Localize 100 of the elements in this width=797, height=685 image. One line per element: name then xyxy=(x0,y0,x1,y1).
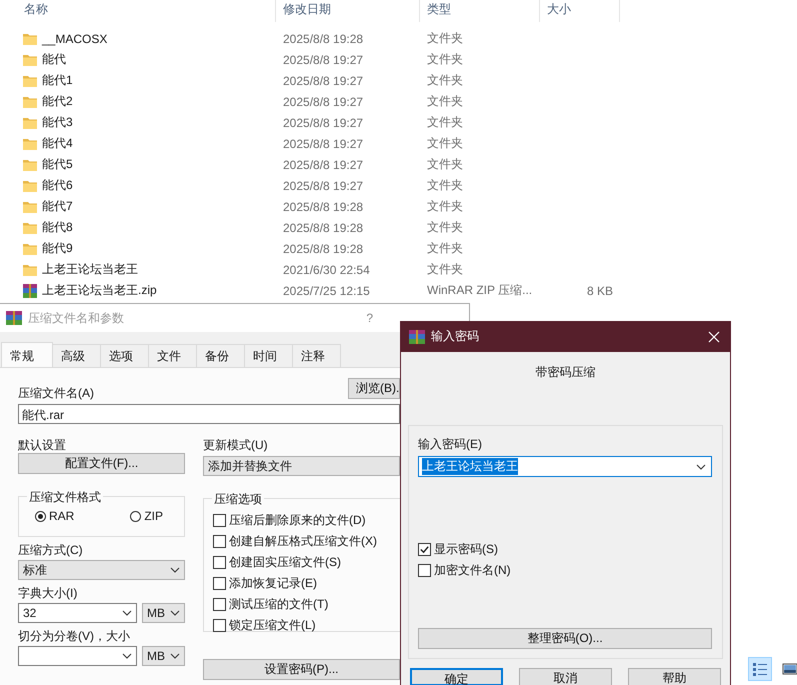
unit-dropdown[interactable]: MB xyxy=(142,603,185,623)
checkbox-option[interactable]: 创建固实压缩文件(S) xyxy=(213,554,341,570)
file-name[interactable]: 能代2 xyxy=(42,93,73,110)
chevron-down-icon xyxy=(122,610,132,616)
modified-date: 2025/8/8 19:27 xyxy=(282,116,364,130)
modified-date: 2021/6/30 22:54 xyxy=(282,262,371,276)
checkbox-label: 压缩后删除原来的文件(D) xyxy=(229,512,366,528)
modified-date: 2025/8/8 19:27 xyxy=(282,52,364,66)
dialog-button[interactable]: 帮助 xyxy=(628,668,721,685)
volume-size-dropdown[interactable] xyxy=(18,646,137,666)
organize-passwords-button[interactable]: 整理密码(O)... xyxy=(418,628,712,649)
file-name[interactable]: 能代8 xyxy=(42,219,73,236)
modified-date: 2025/8/8 19:27 xyxy=(282,94,364,108)
checkbox-option[interactable]: 加密文件名(N) xyxy=(418,562,511,578)
archive-name-field[interactable]: 能代.rar xyxy=(18,404,400,424)
checkbox-label: 锁定压缩文件(L) xyxy=(229,616,316,634)
radio-option[interactable]: ZIP xyxy=(130,509,164,523)
field-label: 更新模式(U) xyxy=(203,437,269,453)
radio-label: RAR xyxy=(49,509,74,523)
checkbox[interactable] xyxy=(213,618,226,632)
method-dropdown[interactable]: 标准 xyxy=(18,560,185,580)
column-header[interactable]: 类型 xyxy=(420,0,540,22)
field-label: 字典大小(I) xyxy=(18,586,78,600)
file-type: 文件夹 xyxy=(426,51,464,68)
file-name[interactable]: 能代3 xyxy=(42,114,73,131)
checkbox-label: 显示密码(S) xyxy=(434,540,498,558)
dialog-heading: 带密码压缩 xyxy=(536,364,596,380)
modified-date: 2025/7/25 12:15 xyxy=(282,284,371,298)
modified-date: 2025/8/8 19:28 xyxy=(282,32,364,46)
file-name[interactable]: 能代1 xyxy=(42,72,73,89)
column-header[interactable]: 大小 xyxy=(540,0,620,22)
password-field[interactable]: 上老王论坛当老王 xyxy=(418,456,712,477)
profiles-button[interactable]: 配置文件(F)... xyxy=(18,453,185,474)
file-name[interactable]: 上老王论坛当老王.zip xyxy=(42,282,157,299)
checkbox[interactable] xyxy=(418,564,431,576)
field-label: 输入密码(E) xyxy=(418,436,483,452)
file-type: 文件夹 xyxy=(426,30,464,47)
chevron-down-icon xyxy=(170,610,180,616)
dialog-title: 输入密码 xyxy=(431,328,480,345)
group-title: 压缩选项 xyxy=(212,491,264,508)
details-view-button[interactable] xyxy=(748,657,772,681)
file-size: 8 KB xyxy=(586,284,614,298)
file-type: 文件夹 xyxy=(426,156,464,173)
checkbox[interactable] xyxy=(213,514,226,526)
file-type: 文件夹 xyxy=(426,135,464,152)
file-type: 文件夹 xyxy=(426,261,464,278)
column-header[interactable]: 名称 xyxy=(0,0,276,22)
dialog-title: 压缩文件名和参数 xyxy=(28,310,125,326)
column-header[interactable]: 修改日期 xyxy=(276,0,420,22)
file-type: 文件夹 xyxy=(426,93,464,110)
tab[interactable]: 注释 xyxy=(292,344,341,367)
help-button[interactable]: ? xyxy=(366,311,373,325)
file-name[interactable]: 能代 xyxy=(42,51,66,68)
file-type: 文件夹 xyxy=(426,219,464,236)
unit-dropdown[interactable]: MB xyxy=(142,646,185,666)
dictionary-size-dropdown[interactable]: 32 xyxy=(18,603,137,623)
update-mode-dropdown[interactable]: 添加并替换文件 xyxy=(203,456,400,476)
field-label: 压缩文件名(A) xyxy=(18,385,94,401)
group-title: 压缩文件格式 xyxy=(27,489,103,506)
radio-button[interactable] xyxy=(35,510,46,522)
file-name[interactable]: 上老王论坛当老王 xyxy=(42,261,138,278)
checkbox-option[interactable]: 锁定压缩文件(L) xyxy=(213,617,316,633)
radio-option[interactable]: RAR xyxy=(35,509,74,523)
file-name[interactable]: 能代4 xyxy=(42,135,73,152)
tab[interactable]: 常规 xyxy=(1,342,53,367)
checkbox-label: 添加恢复记录(E) xyxy=(229,574,317,592)
checkbox[interactable] xyxy=(213,556,226,568)
file-name[interactable]: 能代6 xyxy=(42,177,73,194)
checkbox-option[interactable]: 测试压缩的文件(T) xyxy=(213,596,328,612)
file-name[interactable]: __MACOSX xyxy=(42,32,108,46)
chevron-down-icon xyxy=(122,653,132,659)
modified-date: 2025/8/8 19:28 xyxy=(282,220,364,234)
file-type: 文件夹 xyxy=(426,240,464,257)
file-name[interactable]: 能代9 xyxy=(42,240,73,257)
modified-date: 2025/8/8 19:27 xyxy=(282,178,364,192)
modified-date: 2025/8/8 19:27 xyxy=(282,158,364,172)
checkbox[interactable] xyxy=(213,576,226,590)
field-label: 压缩方式(C) xyxy=(18,543,84,557)
radio-button[interactable] xyxy=(130,510,142,522)
checkbox-label: 测试压缩的文件(T) xyxy=(229,596,328,612)
chevron-down-icon xyxy=(696,464,706,470)
checkbox-option[interactable]: 压缩后删除原来的文件(D) xyxy=(213,512,366,528)
file-name[interactable]: 能代7 xyxy=(42,198,73,215)
checkbox-label: 加密文件名(N) xyxy=(434,562,511,578)
dialog-button[interactable]: 取消 xyxy=(519,668,612,685)
checkbox[interactable] xyxy=(213,534,226,548)
list-icon xyxy=(752,661,768,677)
set-password-button[interactable]: 设置密码(P)... xyxy=(203,659,400,680)
file-type: 文件夹 xyxy=(426,114,464,131)
field-label: 切分为分卷(V)，大小 xyxy=(18,629,131,643)
close-icon[interactable] xyxy=(708,330,720,342)
chevron-down-icon xyxy=(170,653,180,659)
browse-button[interactable]: 浏览(B). xyxy=(348,378,400,399)
file-name[interactable]: 能代5 xyxy=(42,156,73,173)
checkbox[interactable] xyxy=(213,598,226,610)
dialog-button[interactable]: 确定 xyxy=(410,668,503,685)
archive-icon xyxy=(22,282,38,298)
checkbox-option[interactable]: 显示密码(S) xyxy=(418,541,498,557)
checkbox[interactable] xyxy=(418,542,431,556)
checkbox-option[interactable]: 添加恢复记录(E) xyxy=(213,575,317,591)
